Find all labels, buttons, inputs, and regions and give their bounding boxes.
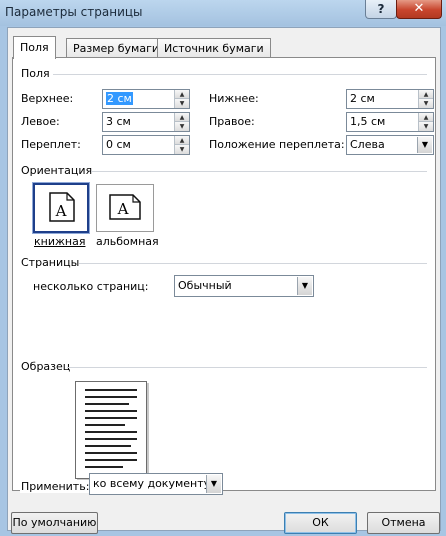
window-title: Параметры страницы <box>5 5 143 19</box>
help-button[interactable]: ? <box>365 0 397 19</box>
preview-line <box>85 389 137 391</box>
bottom-margin-label: Нижнее: <box>209 92 259 105</box>
spin-down-icon[interactable]: ▼ <box>175 99 189 108</box>
tab-paper-size[interactable]: Размер бумаги <box>66 38 167 58</box>
gutter-spinner[interactable]: 0 см ▲ ▼ <box>102 135 190 155</box>
left-margin-value[interactable]: 3 см <box>106 115 131 128</box>
preview-line <box>85 417 137 419</box>
bottom-margin-value[interactable]: 2 см <box>350 92 375 105</box>
gutter-value[interactable]: 0 см <box>106 138 131 151</box>
apply-to-select[interactable]: ко всему документу ▼ <box>89 473 223 495</box>
ok-button[interactable]: ОК <box>284 512 357 534</box>
pages-separator <box>79 263 427 264</box>
apply-label: Применить: <box>20 480 91 493</box>
cancel-button[interactable]: Отмена <box>367 512 440 534</box>
preview-line <box>85 396 137 398</box>
spin-up-icon[interactable]: ▲ <box>419 113 433 122</box>
portrait-label: книжная <box>34 235 86 248</box>
tab-margins[interactable]: Поля <box>13 36 56 59</box>
spin-down-icon[interactable]: ▼ <box>419 99 433 108</box>
chevron-down-icon[interactable]: ▼ <box>206 475 221 493</box>
preview-line <box>85 445 131 447</box>
left-margin-label: Левое: <box>21 115 60 128</box>
chevron-down-icon[interactable]: ▼ <box>297 277 312 295</box>
multiple-pages-value: Обычный <box>178 279 232 292</box>
landscape-page-icon: A <box>109 194 141 220</box>
gutter-position-label: Положение переплета: <box>209 138 345 151</box>
preview-separator <box>67 367 427 368</box>
spin-up-icon[interactable]: ▲ <box>175 113 189 122</box>
dialog-body: Поля Размер бумаги Источник бумаги Поля … <box>7 27 441 534</box>
title-bar: Параметры страницы ? ✕ <box>0 0 446 26</box>
pages-section-label: Страницы <box>21 256 80 269</box>
preview-line <box>85 466 123 468</box>
svg-text:A: A <box>117 200 129 218</box>
svg-text:A: A <box>55 202 67 220</box>
spin-up-icon[interactable]: ▲ <box>175 90 189 99</box>
top-margin-spinner[interactable]: 2 см ▲ ▼ <box>102 89 190 109</box>
preview-line <box>85 424 125 426</box>
multiple-pages-label: несколько страниц: <box>33 280 149 293</box>
spin-down-icon[interactable]: ▼ <box>419 122 433 131</box>
margins-separator <box>53 74 427 75</box>
preview-section-label: Образец <box>21 360 71 373</box>
bottom-margin-spinner[interactable]: 2 см ▲ ▼ <box>346 89 434 109</box>
tab-panel: Поля Верхнее: 2 см ▲ ▼ Нижнее: 2 см ▲ ▼ … <box>12 57 436 491</box>
gutter-label: Переплет: <box>21 138 81 151</box>
spin-up-icon[interactable]: ▲ <box>419 90 433 99</box>
preview-line <box>85 431 137 433</box>
orientation-separator <box>91 171 427 172</box>
portrait-page-icon: A <box>49 192 75 222</box>
spin-down-icon[interactable]: ▼ <box>175 145 189 154</box>
right-margin-spinner[interactable]: 1,5 см ▲ ▼ <box>346 112 434 132</box>
set-default-button[interactable]: По умолчанию <box>11 512 98 534</box>
margins-section-label: Поля <box>21 67 50 80</box>
landscape-option[interactable]: A <box>96 184 154 232</box>
preview-line <box>85 452 137 454</box>
close-button[interactable]: ✕ <box>396 0 442 19</box>
tab-paper-source[interactable]: Источник бумаги <box>157 38 271 58</box>
landscape-label: альбомная <box>96 235 159 248</box>
orientation-section-label: Ориентация <box>21 164 93 177</box>
left-margin-spinner[interactable]: 3 см ▲ ▼ <box>102 112 190 132</box>
spin-down-icon[interactable]: ▼ <box>175 122 189 131</box>
right-margin-value[interactable]: 1,5 см <box>350 115 385 128</box>
gutter-position-value: Слева <box>350 138 385 151</box>
apply-to-value: ко всему документу <box>93 477 211 490</box>
right-margin-label: Правое: <box>209 115 255 128</box>
chevron-down-icon[interactable]: ▼ <box>417 137 432 153</box>
spin-up-icon[interactable]: ▲ <box>175 136 189 145</box>
multiple-pages-select[interactable]: Обычный ▼ <box>174 275 314 297</box>
top-margin-value[interactable]: 2 см <box>106 92 133 105</box>
preview-line <box>85 403 129 405</box>
preview-line <box>85 438 137 440</box>
page-preview <box>75 381 147 479</box>
top-margin-label: Верхнее: <box>21 92 74 105</box>
preview-line <box>85 459 137 461</box>
preview-line <box>85 410 137 412</box>
gutter-position-select[interactable]: Слева ▼ <box>346 135 434 155</box>
portrait-option[interactable]: A <box>32 182 90 234</box>
